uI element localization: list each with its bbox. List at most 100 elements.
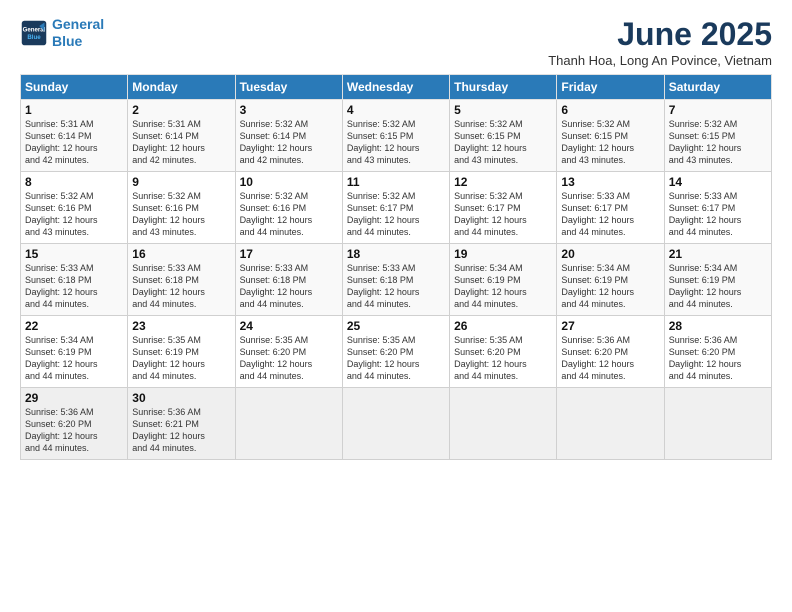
calendar-cell: 23Sunrise: 5:35 AM Sunset: 6:19 PM Dayli… — [128, 316, 235, 388]
calendar-cell: 12Sunrise: 5:32 AM Sunset: 6:17 PM Dayli… — [450, 172, 557, 244]
calendar-cell: 4Sunrise: 5:32 AM Sunset: 6:15 PM Daylig… — [342, 100, 449, 172]
calendar-cell: 5Sunrise: 5:32 AM Sunset: 6:15 PM Daylig… — [450, 100, 557, 172]
day-number: 13 — [561, 175, 659, 189]
header-cell-friday: Friday — [557, 75, 664, 100]
day-number: 22 — [25, 319, 123, 333]
calendar-cell: 17Sunrise: 5:33 AM Sunset: 6:18 PM Dayli… — [235, 244, 342, 316]
day-detail: Sunrise: 5:33 AM Sunset: 6:18 PM Dayligh… — [347, 262, 445, 311]
calendar-cell — [450, 388, 557, 460]
day-number: 27 — [561, 319, 659, 333]
day-number: 2 — [132, 103, 230, 117]
day-number: 8 — [25, 175, 123, 189]
calendar-cell: 29Sunrise: 5:36 AM Sunset: 6:20 PM Dayli… — [21, 388, 128, 460]
calendar-cell: 22Sunrise: 5:34 AM Sunset: 6:19 PM Dayli… — [21, 316, 128, 388]
day-detail: Sunrise: 5:32 AM Sunset: 6:15 PM Dayligh… — [454, 118, 552, 167]
day-number: 7 — [669, 103, 767, 117]
calendar-cell: 27Sunrise: 5:36 AM Sunset: 6:20 PM Dayli… — [557, 316, 664, 388]
header-cell-wednesday: Wednesday — [342, 75, 449, 100]
day-number: 17 — [240, 247, 338, 261]
day-detail: Sunrise: 5:33 AM Sunset: 6:17 PM Dayligh… — [561, 190, 659, 239]
day-detail: Sunrise: 5:32 AM Sunset: 6:15 PM Dayligh… — [669, 118, 767, 167]
calendar-cell: 20Sunrise: 5:34 AM Sunset: 6:19 PM Dayli… — [557, 244, 664, 316]
calendar-cell: 21Sunrise: 5:34 AM Sunset: 6:19 PM Dayli… — [664, 244, 771, 316]
day-number: 16 — [132, 247, 230, 261]
day-detail: Sunrise: 5:31 AM Sunset: 6:14 PM Dayligh… — [132, 118, 230, 167]
calendar-page: General Blue General Blue June 2025 Than… — [0, 0, 792, 612]
day-number: 21 — [669, 247, 767, 261]
calendar-cell: 14Sunrise: 5:33 AM Sunset: 6:17 PM Dayli… — [664, 172, 771, 244]
calendar-week-row: 22Sunrise: 5:34 AM Sunset: 6:19 PM Dayli… — [21, 316, 772, 388]
calendar-cell — [342, 388, 449, 460]
calendar-cell: 2Sunrise: 5:31 AM Sunset: 6:14 PM Daylig… — [128, 100, 235, 172]
day-number: 1 — [25, 103, 123, 117]
header-cell-tuesday: Tuesday — [235, 75, 342, 100]
calendar-week-row: 29Sunrise: 5:36 AM Sunset: 6:20 PM Dayli… — [21, 388, 772, 460]
day-detail: Sunrise: 5:32 AM Sunset: 6:16 PM Dayligh… — [25, 190, 123, 239]
calendar-cell: 19Sunrise: 5:34 AM Sunset: 6:19 PM Dayli… — [450, 244, 557, 316]
day-detail: Sunrise: 5:35 AM Sunset: 6:20 PM Dayligh… — [347, 334, 445, 383]
calendar-subtitle: Thanh Hoa, Long An Povince, Vietnam — [548, 53, 772, 68]
calendar-cell: 6Sunrise: 5:32 AM Sunset: 6:15 PM Daylig… — [557, 100, 664, 172]
header-cell-sunday: Sunday — [21, 75, 128, 100]
day-detail: Sunrise: 5:32 AM Sunset: 6:15 PM Dayligh… — [561, 118, 659, 167]
day-number: 12 — [454, 175, 552, 189]
day-number: 9 — [132, 175, 230, 189]
calendar-cell: 15Sunrise: 5:33 AM Sunset: 6:18 PM Dayli… — [21, 244, 128, 316]
calendar-cell: 28Sunrise: 5:36 AM Sunset: 6:20 PM Dayli… — [664, 316, 771, 388]
day-number: 5 — [454, 103, 552, 117]
day-detail: Sunrise: 5:31 AM Sunset: 6:14 PM Dayligh… — [25, 118, 123, 167]
logo-text: General Blue — [52, 16, 104, 50]
day-number: 18 — [347, 247, 445, 261]
day-detail: Sunrise: 5:32 AM Sunset: 6:17 PM Dayligh… — [347, 190, 445, 239]
calendar-cell — [664, 388, 771, 460]
svg-text:Blue: Blue — [27, 34, 41, 41]
calendar-cell: 16Sunrise: 5:33 AM Sunset: 6:18 PM Dayli… — [128, 244, 235, 316]
day-number: 19 — [454, 247, 552, 261]
calendar-cell: 11Sunrise: 5:32 AM Sunset: 6:17 PM Dayli… — [342, 172, 449, 244]
day-detail: Sunrise: 5:36 AM Sunset: 6:20 PM Dayligh… — [669, 334, 767, 383]
header-cell-saturday: Saturday — [664, 75, 771, 100]
logo-icon: General Blue — [20, 19, 48, 47]
day-number: 3 — [240, 103, 338, 117]
day-detail: Sunrise: 5:33 AM Sunset: 6:18 PM Dayligh… — [240, 262, 338, 311]
calendar-title: June 2025 — [548, 16, 772, 53]
day-detail: Sunrise: 5:33 AM Sunset: 6:18 PM Dayligh… — [25, 262, 123, 311]
day-detail: Sunrise: 5:36 AM Sunset: 6:20 PM Dayligh… — [561, 334, 659, 383]
calendar-cell: 7Sunrise: 5:32 AM Sunset: 6:15 PM Daylig… — [664, 100, 771, 172]
calendar-cell: 18Sunrise: 5:33 AM Sunset: 6:18 PM Dayli… — [342, 244, 449, 316]
calendar-cell — [235, 388, 342, 460]
day-detail: Sunrise: 5:32 AM Sunset: 6:15 PM Dayligh… — [347, 118, 445, 167]
calendar-week-row: 15Sunrise: 5:33 AM Sunset: 6:18 PM Dayli… — [21, 244, 772, 316]
day-number: 26 — [454, 319, 552, 333]
day-number: 20 — [561, 247, 659, 261]
calendar-cell: 9Sunrise: 5:32 AM Sunset: 6:16 PM Daylig… — [128, 172, 235, 244]
day-number: 30 — [132, 391, 230, 405]
day-number: 24 — [240, 319, 338, 333]
calendar-cell: 10Sunrise: 5:32 AM Sunset: 6:16 PM Dayli… — [235, 172, 342, 244]
day-number: 23 — [132, 319, 230, 333]
day-detail: Sunrise: 5:32 AM Sunset: 6:17 PM Dayligh… — [454, 190, 552, 239]
day-number: 28 — [669, 319, 767, 333]
header-cell-thursday: Thursday — [450, 75, 557, 100]
calendar-table: SundayMondayTuesdayWednesdayThursdayFrid… — [20, 74, 772, 460]
day-detail: Sunrise: 5:34 AM Sunset: 6:19 PM Dayligh… — [454, 262, 552, 311]
day-detail: Sunrise: 5:33 AM Sunset: 6:18 PM Dayligh… — [132, 262, 230, 311]
day-detail: Sunrise: 5:35 AM Sunset: 6:20 PM Dayligh… — [454, 334, 552, 383]
day-detail: Sunrise: 5:32 AM Sunset: 6:16 PM Dayligh… — [240, 190, 338, 239]
day-number: 14 — [669, 175, 767, 189]
day-number: 15 — [25, 247, 123, 261]
day-detail: Sunrise: 5:33 AM Sunset: 6:17 PM Dayligh… — [669, 190, 767, 239]
logo: General Blue General Blue — [20, 16, 104, 50]
calendar-cell: 3Sunrise: 5:32 AM Sunset: 6:14 PM Daylig… — [235, 100, 342, 172]
day-number: 4 — [347, 103, 445, 117]
calendar-cell: 30Sunrise: 5:36 AM Sunset: 6:21 PM Dayli… — [128, 388, 235, 460]
calendar-cell — [557, 388, 664, 460]
day-detail: Sunrise: 5:32 AM Sunset: 6:16 PM Dayligh… — [132, 190, 230, 239]
day-number: 29 — [25, 391, 123, 405]
calendar-cell: 13Sunrise: 5:33 AM Sunset: 6:17 PM Dayli… — [557, 172, 664, 244]
day-detail: Sunrise: 5:35 AM Sunset: 6:20 PM Dayligh… — [240, 334, 338, 383]
calendar-cell: 24Sunrise: 5:35 AM Sunset: 6:20 PM Dayli… — [235, 316, 342, 388]
day-detail: Sunrise: 5:34 AM Sunset: 6:19 PM Dayligh… — [561, 262, 659, 311]
calendar-cell: 8Sunrise: 5:32 AM Sunset: 6:16 PM Daylig… — [21, 172, 128, 244]
day-detail: Sunrise: 5:36 AM Sunset: 6:20 PM Dayligh… — [25, 406, 123, 455]
